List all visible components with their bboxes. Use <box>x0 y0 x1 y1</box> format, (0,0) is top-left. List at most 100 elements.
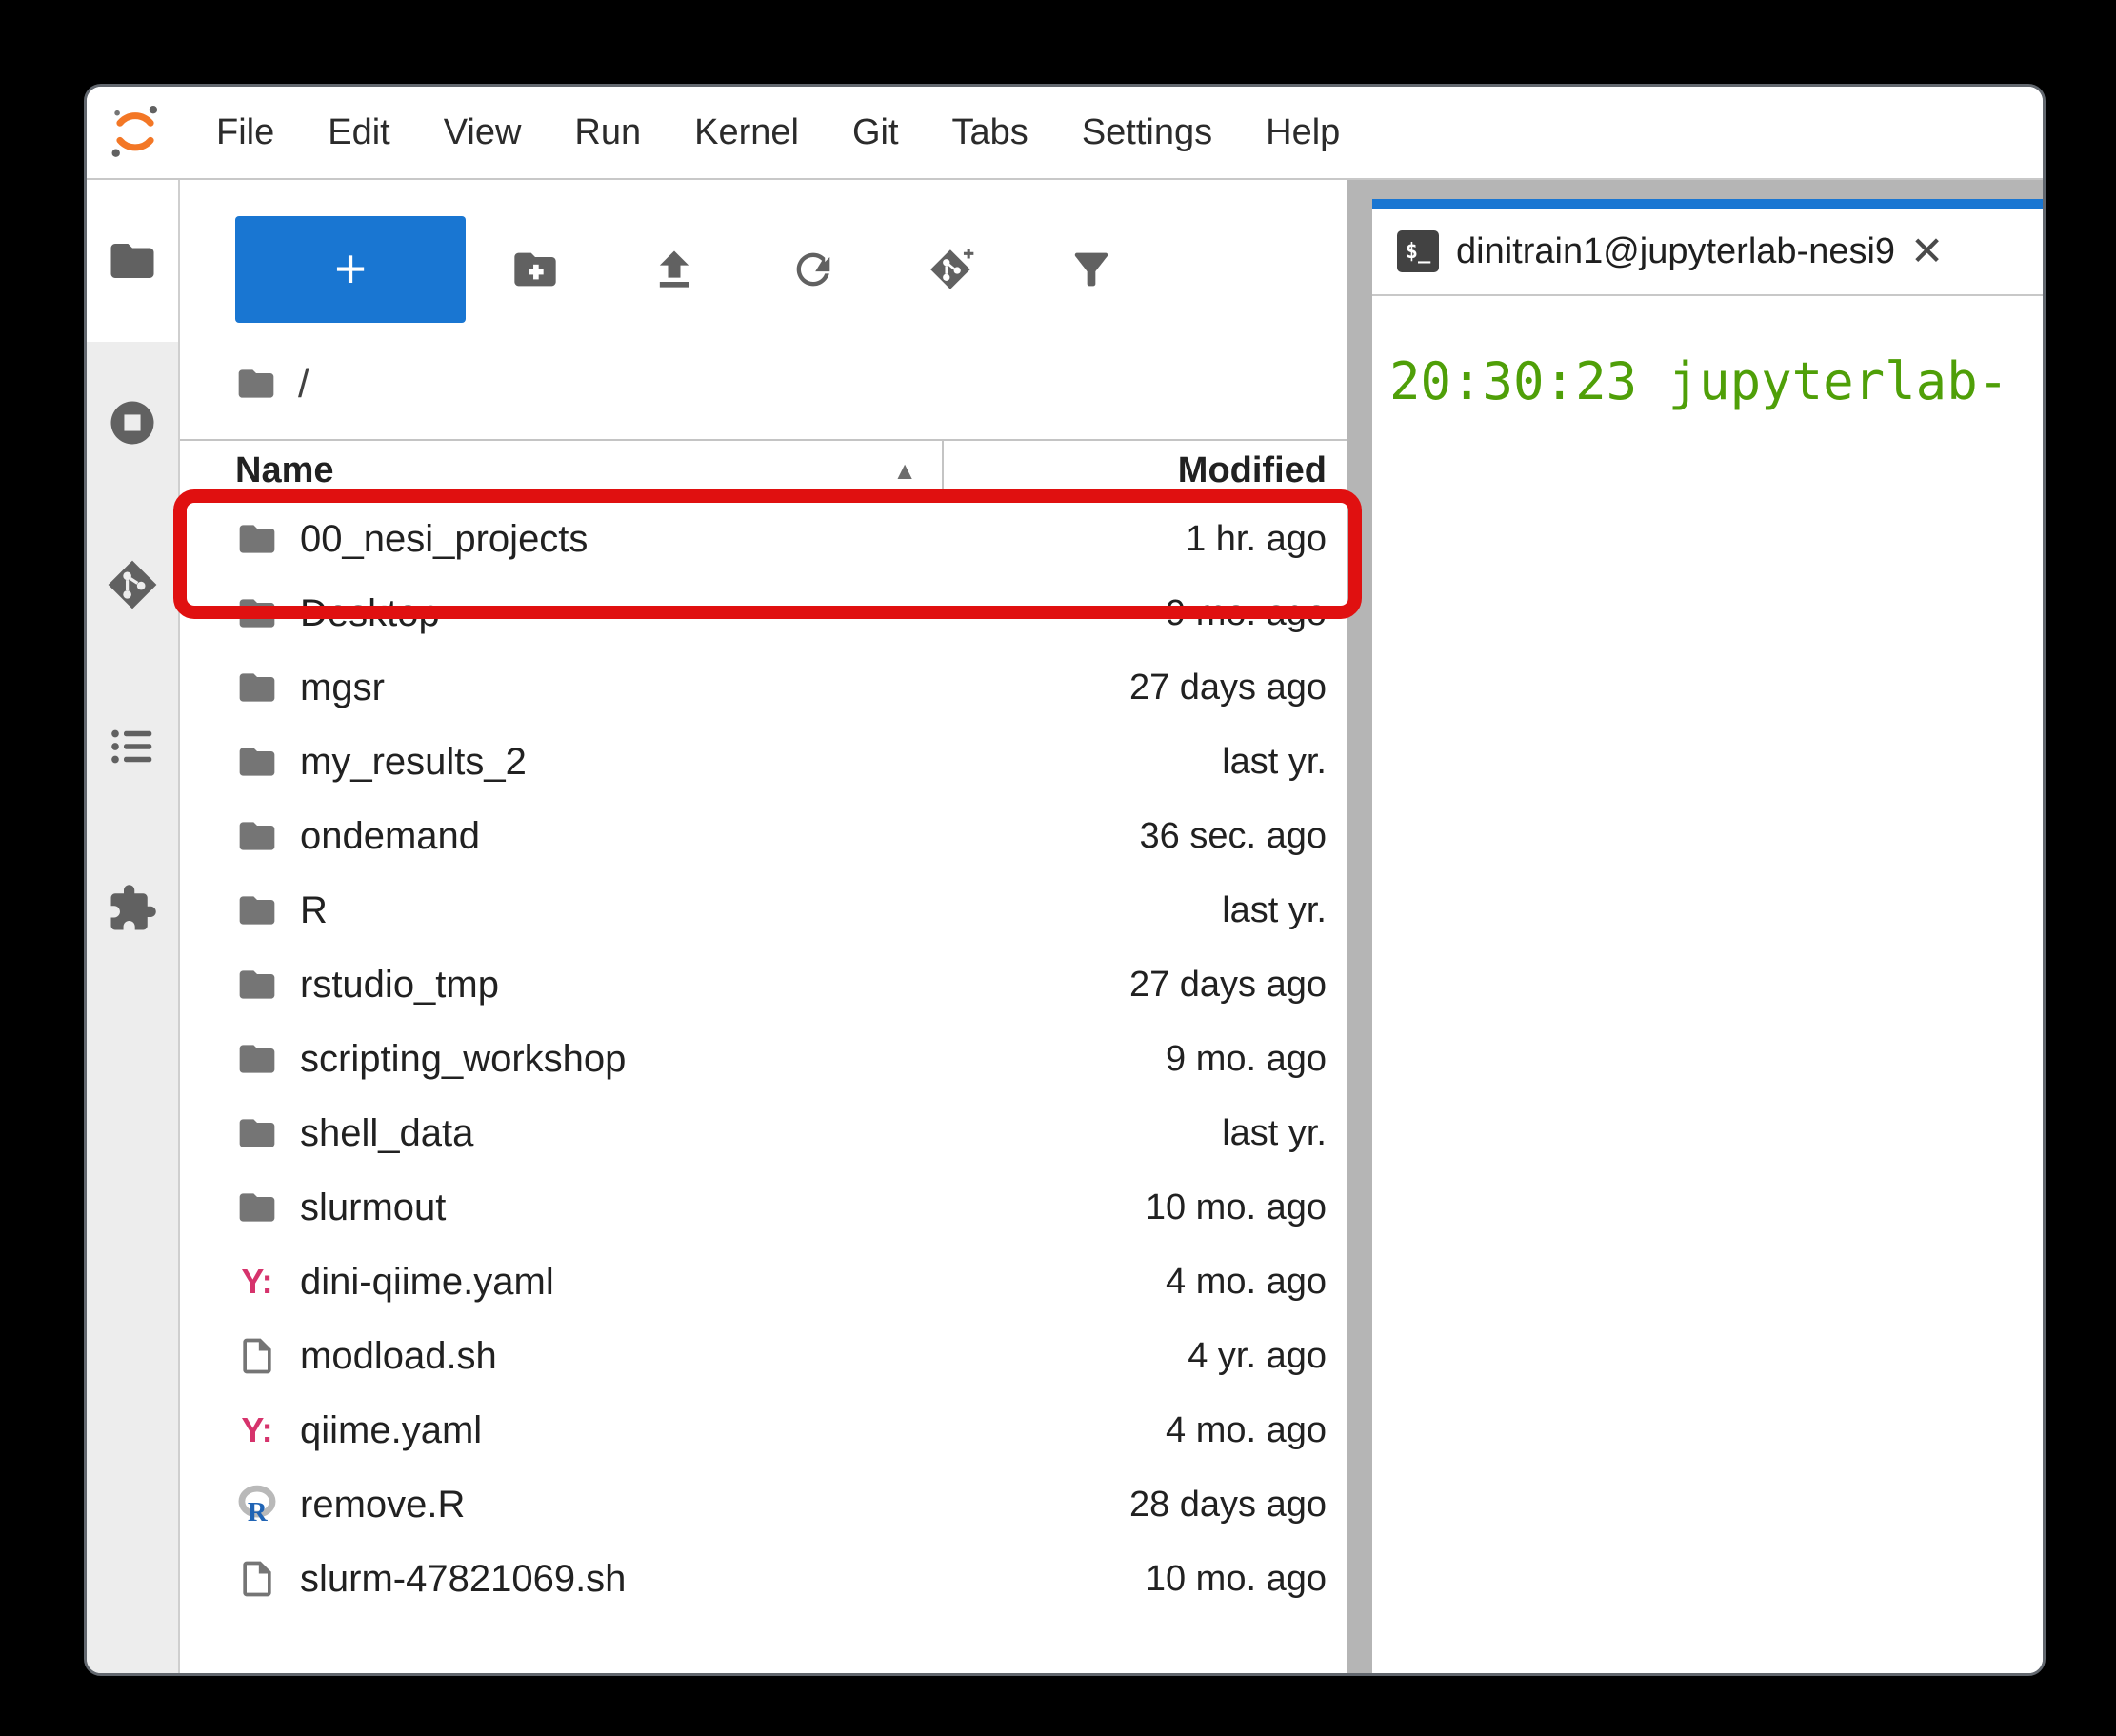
file-modified: 27 days ago <box>499 965 1347 1006</box>
file-name: slurm-47821069.sh <box>300 1558 626 1601</box>
home-folder-icon <box>235 363 277 405</box>
folder-icon <box>235 666 279 709</box>
new-launcher-button[interactable]: + <box>235 216 466 323</box>
refresh-button[interactable] <box>744 245 883 294</box>
file-name: 00_nesi_projects <box>300 518 588 561</box>
table-row[interactable]: Y: R rstudio_tmp 27 days ago <box>180 948 1347 1022</box>
file-name: my_results_2 <box>300 741 527 784</box>
table-row[interactable]: Y: R remove.R 28 days ago <box>180 1467 1347 1542</box>
menu-item-edit[interactable]: Edit <box>301 112 416 153</box>
breadcrumb[interactable]: / <box>180 323 1347 407</box>
menu-item-file[interactable]: File <box>190 112 301 153</box>
git-clone-icon <box>928 245 977 294</box>
file-modified: 27 days ago <box>385 668 1347 708</box>
terminal-output-text: 20:30:23 jupyterlab- <box>1389 351 2008 411</box>
table-row[interactable]: Y: R slurm-47821069.sh 10 mo. ago <box>180 1542 1347 1616</box>
sidebar-item-table-of-contents[interactable] <box>87 666 178 828</box>
file-name: scripting_workshop <box>300 1038 626 1081</box>
folder-icon <box>107 235 158 287</box>
table-row[interactable]: Y: R Desktop 9 mo. ago <box>180 576 1347 650</box>
jupyter-logo-icon <box>102 96 169 169</box>
menu-item-git[interactable]: Git <box>826 112 926 153</box>
terminal-tab-bar: $_ dinitrain1@jupyterlab-nesi9 ✕ <box>1372 199 2043 296</box>
table-row[interactable]: Y: R dini-qiime.yaml 4 mo. ago <box>180 1245 1347 1319</box>
terminal-icon: $_ <box>1397 230 1439 272</box>
jupyterlab-window: FileEditViewRunKernelGitTabsSettingsHelp <box>84 84 2046 1676</box>
table-row[interactable]: Y: R mgsr 27 days ago <box>180 650 1347 725</box>
new-folder-icon <box>510 245 560 294</box>
file-modified: last yr. <box>473 1113 1347 1154</box>
file-name: rstudio_tmp <box>300 964 499 1007</box>
folder-icon <box>235 1037 279 1081</box>
stop-circle-icon <box>107 397 158 449</box>
folder-icon <box>235 1186 279 1229</box>
file-modified: 4 yr. ago <box>497 1336 1347 1377</box>
sidebar-item-extensions[interactable] <box>87 828 178 989</box>
table-row[interactable]: Y: R modload.sh 4 yr. ago <box>180 1319 1347 1393</box>
table-row[interactable]: Y: R ondemand 36 sec. ago <box>180 799 1347 873</box>
menu-item-tabs[interactable]: Tabs <box>926 112 1055 153</box>
menu-bar: FileEditViewRunKernelGitTabsSettingsHelp <box>87 87 2043 180</box>
file-modified: 4 mo. ago <box>554 1262 1347 1303</box>
git-icon <box>107 559 158 610</box>
file-modified: 9 mo. ago <box>626 1039 1347 1080</box>
file-modified: last yr. <box>527 742 1347 783</box>
upload-button[interactable] <box>605 245 744 294</box>
file-name: Desktop <box>300 592 440 635</box>
column-header-name[interactable]: Name ▲ <box>180 441 944 500</box>
filter-button[interactable] <box>1022 245 1161 294</box>
menu-item-run[interactable]: Run <box>548 112 668 153</box>
table-row[interactable]: Y: R R last yr. <box>180 873 1347 948</box>
table-row[interactable]: Y: R my_results_2 last yr. <box>180 725 1347 799</box>
filter-icon <box>1067 245 1116 294</box>
sort-ascending-icon[interactable]: ▲ <box>892 456 917 486</box>
table-row[interactable]: Y: R qiime.yaml 4 mo. ago <box>180 1393 1347 1467</box>
sidebar-item-file-browser[interactable] <box>87 180 178 342</box>
table-row[interactable]: Y: R scripting_workshop 9 mo. ago <box>180 1022 1347 1096</box>
file-name: ondemand <box>300 815 480 858</box>
yaml-icon: Y: <box>235 1408 279 1452</box>
folder-icon <box>235 591 279 635</box>
file-name: shell_data <box>300 1112 473 1155</box>
file-list: Y: R 00_nesi_projects 1 hr. ago Y: R Des… <box>180 502 1347 1673</box>
sidebar-item-running-sessions[interactable] <box>87 342 178 504</box>
tab-close-icon[interactable]: ✕ <box>1910 231 1944 271</box>
menu-item-help[interactable]: Help <box>1239 112 1367 153</box>
dock-area: $_ dinitrain1@jupyterlab-nesi9 ✕ 20:30:2… <box>1347 180 2043 1673</box>
table-row[interactable]: Y: R slurmout 10 mo. ago <box>180 1170 1347 1245</box>
file-name: mgsr <box>300 667 385 709</box>
upload-icon <box>649 245 699 294</box>
terminal-tab[interactable]: $_ dinitrain1@jupyterlab-nesi9 ✕ <box>1397 230 1944 272</box>
folder-icon <box>235 888 279 932</box>
file-list-header: Name ▲ Modified <box>180 441 1347 502</box>
refresh-icon <box>789 245 838 294</box>
file-name: remove.R <box>300 1484 465 1526</box>
menu-item-settings[interactable]: Settings <box>1055 112 1239 153</box>
menu-items: FileEditViewRunKernelGitTabsSettingsHelp <box>190 112 1367 153</box>
name-column-label: Name <box>235 450 334 491</box>
folder-icon <box>235 517 279 561</box>
file-name: slurmout <box>300 1187 446 1229</box>
r-file-icon: R <box>235 1483 279 1526</box>
folder-icon <box>235 1111 279 1155</box>
column-header-modified[interactable]: Modified <box>944 450 1347 491</box>
list-icon <box>107 721 158 772</box>
table-row[interactable]: Y: R shell_data last yr. <box>180 1096 1347 1170</box>
activity-sidebar <box>87 180 180 1673</box>
new-folder-button[interactable] <box>466 245 605 294</box>
git-clone-button[interactable] <box>883 245 1022 294</box>
table-row[interactable]: Y: R 00_nesi_projects 1 hr. ago <box>180 502 1347 576</box>
menu-item-kernel[interactable]: Kernel <box>668 112 826 153</box>
terminal-output-area[interactable]: 20:30:23 jupyterlab- <box>1372 296 2043 1673</box>
file-modified: last yr. <box>328 890 1347 931</box>
file-modified: 10 mo. ago <box>446 1187 1347 1228</box>
menu-item-view[interactable]: View <box>417 112 549 153</box>
file-browser-panel: + <box>180 180 1347 1673</box>
breadcrumb-root[interactable]: / <box>298 361 309 407</box>
file-modified: 9 mo. ago <box>440 593 1347 634</box>
folder-icon <box>235 814 279 858</box>
file-modified: 28 days ago <box>465 1485 1347 1526</box>
file-icon <box>235 1557 279 1601</box>
sidebar-item-git[interactable] <box>87 504 178 666</box>
terminal-tab-title: dinitrain1@jupyterlab-nesi9 <box>1456 231 1895 272</box>
